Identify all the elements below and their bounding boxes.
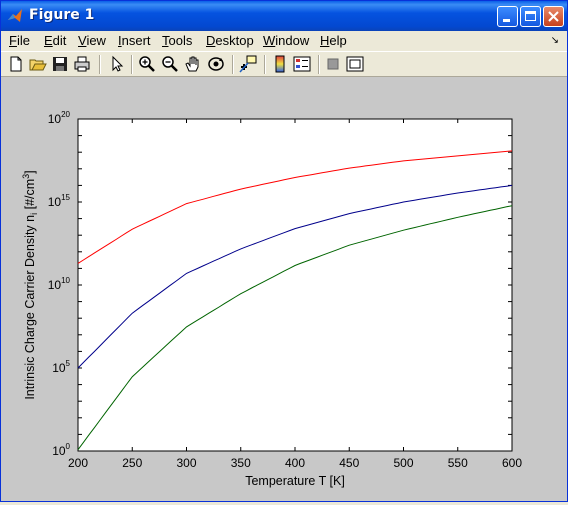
x-tick-label: 500 [393,456,413,470]
y-tick-label: 1015 [48,193,71,209]
minimize-button[interactable] [497,6,518,27]
menu-bar: File Edit View Insert Tools Desktop Window Help… [1,31,567,51]
figure-window: Figure 1 File Edit View Insert Tools Desktop W… [0,0,568,502]
x-tick-label: 350 [231,456,251,470]
save-icon[interactable] [51,55,69,73]
new-file-icon[interactable] [7,55,25,73]
minimize-icon [503,19,510,22]
menu-desktop[interactable]: Desktop [206,33,254,48]
data-cursor-icon[interactable] [239,55,257,73]
x-tick-label: 400 [285,456,305,470]
hide-plot-tools-icon[interactable] [324,55,342,73]
figure-toolbar [1,51,567,77]
pan-hand-icon[interactable] [184,55,202,73]
toolbar-separator [99,55,101,74]
x-tick-label: 250 [122,456,142,470]
show-plot-tools-icon[interactable] [346,55,364,73]
open-file-icon[interactable] [29,55,47,73]
x-tick-label: 200 [68,456,88,470]
menu-insert[interactable]: Insert [118,33,151,48]
maximize-icon [525,11,536,21]
zoom-out-icon[interactable] [161,55,179,73]
zoom-in-icon[interactable] [138,55,156,73]
pointer-icon[interactable] [107,55,125,73]
rotate-3d-icon[interactable] [207,55,225,73]
x-tick-label: 550 [448,456,468,470]
menu-edit[interactable]: Edit [44,33,66,48]
toolbar-separator [131,55,133,74]
toolbar-separator [264,55,266,74]
menu-dock-arrow-icon[interactable]: ↘ [551,35,559,46]
matlab-logo-icon [8,9,22,22]
plot-canvas: 200 250 300 350 400 450 500 550 6001001051010101… [21,110,522,488]
plot-area [77,118,513,452]
y-axis-label: Intrinsic Charge Carrier Density ni [#/c… [21,170,39,399]
close-icon [548,11,559,22]
toolbar-separator [232,55,234,74]
menu-view[interactable]: View [78,33,106,48]
window-title: Figure 1 [29,7,95,23]
title-bar[interactable]: Figure 1 [1,1,567,31]
y-tick-label: 105 [52,359,70,375]
maximize-button[interactable] [520,6,541,27]
y-tick-label: 1020 [48,110,71,126]
x-axis-label: Temperature T [K] [245,474,345,488]
y-tick-label: 1010 [48,276,71,292]
legend-icon[interactable] [293,55,311,73]
menu-window[interactable]: Window [263,33,309,48]
x-tick-label: 600 [502,456,522,470]
x-tick-label: 300 [176,456,196,470]
menu-help[interactable]: Help [320,33,347,48]
x-tick-label: 450 [339,456,359,470]
toolbar-separator [318,55,320,74]
print-icon[interactable] [73,55,91,73]
figure-canvas: 200 250 300 350 400 450 500 550 600 100 105 1010 101… [1,77,567,501]
colorbar-icon[interactable] [271,55,289,73]
menu-tools[interactable]: Tools [162,33,192,48]
menu-file[interactable]: File [9,33,30,48]
close-button[interactable] [543,6,564,27]
